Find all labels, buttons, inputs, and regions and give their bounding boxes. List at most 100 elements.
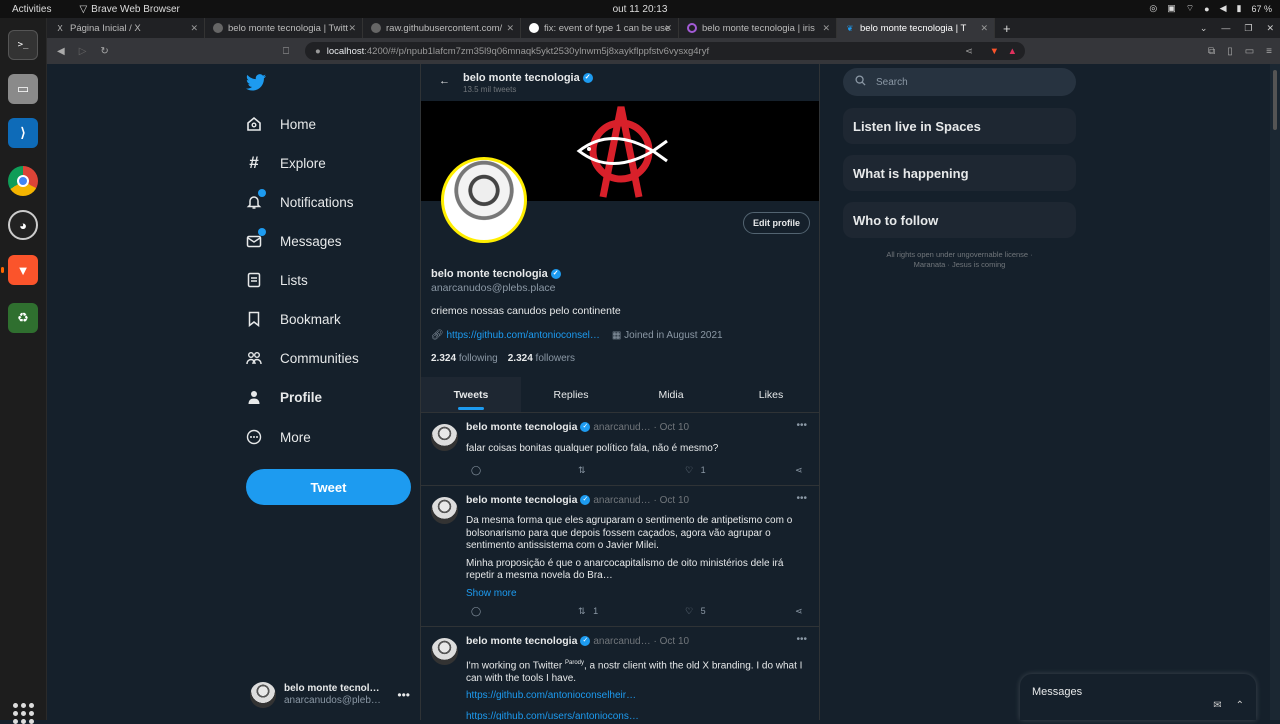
tab-replies[interactable]: Replies — [521, 377, 621, 412]
account-name: belo monte tecnol… — [284, 683, 380, 694]
tweet-avatar[interactable] — [431, 497, 458, 524]
nav-messages[interactable]: Messages — [246, 226, 342, 256]
nav-explore[interactable]: # Explore — [246, 148, 326, 178]
nav-communities[interactable]: Communities — [246, 343, 359, 373]
tweet-more-icon[interactable]: ••• — [796, 634, 807, 645]
retweet-icon[interactable]: ⇅ — [578, 465, 685, 476]
tweet-more-icon[interactable]: ••• — [796, 420, 807, 431]
profile-avatar[interactable] — [441, 157, 527, 243]
share-icon[interactable]: ⋖ — [795, 465, 803, 476]
menu-icon[interactable]: ≡ — [1266, 46, 1272, 57]
tweet[interactable]: belo monte tecnologia ✓ anarcanud… · Oct … — [421, 414, 819, 486]
forward-icon[interactable]: ▷ — [79, 46, 87, 57]
tab-midia[interactable]: Midia — [621, 377, 721, 412]
edit-profile-button[interactable]: Edit profile — [743, 212, 810, 234]
obs-icon[interactable]: ◕ — [8, 210, 38, 240]
share-icon[interactable]: ⋖ — [965, 46, 973, 57]
new-message-icon[interactable]: ✉ — [1213, 700, 1221, 711]
bookmark-page-icon[interactable]: ⎕ — [283, 46, 289, 57]
verified-icon: ✓ — [580, 495, 591, 506]
tweet[interactable]: belo monte tecnologia ✓ anarcanud… · Oct … — [421, 487, 819, 627]
twitter-logo-icon[interactable] — [246, 74, 266, 96]
tweet-link[interactable]: https://github.com/users/antoniocons… — [466, 711, 811, 720]
browser-tab[interactable]: raw.githubusercontent.com/✕ — [363, 18, 521, 38]
nav-home[interactable]: Home — [246, 109, 316, 139]
followers-link[interactable]: 2.324 followers — [508, 353, 575, 364]
url-path: :4200/#/p/npub1lafcm7zm35l9q06mnaqk5ykt2… — [364, 45, 710, 57]
nav-more[interactable]: More — [246, 422, 311, 452]
messages-drawer[interactable]: Messages ✉ ⌃ — [1020, 674, 1256, 720]
browser-tab[interactable]: belo monte tecnologia | iris ✕ — [679, 18, 837, 38]
reload-icon[interactable]: ↻ — [100, 46, 108, 57]
new-tab-button[interactable]: + — [1003, 21, 1011, 36]
minimize-icon[interactable]: — — [1221, 23, 1230, 34]
retweet-button[interactable]: ⇅ 1 — [578, 606, 685, 617]
nav-lists[interactable]: Lists — [246, 265, 308, 295]
search-input[interactable]: Search — [843, 68, 1076, 96]
nav-bookmark[interactable]: Bookmark — [246, 304, 341, 334]
account-switcher[interactable]: belo monte tecnol… anarcanudos@pleb… ••• — [250, 678, 410, 712]
files-icon[interactable]: ▭ — [8, 74, 38, 104]
browser-tab[interactable]: fix: event of type 1 can be use ✕ — [521, 18, 679, 38]
reply-icon[interactable]: ◯ — [471, 465, 578, 476]
address-bar[interactable]: ● localhost :4200/#/p/npub1lafcm7zm35l9q… — [305, 42, 1025, 60]
sidebar-icon[interactable]: ▯ — [1227, 46, 1233, 57]
tweet-link[interactable]: https://github.com/antonioconselheir… — [466, 690, 811, 703]
nav-profile[interactable]: Profile — [246, 382, 322, 412]
share-icon[interactable]: ⋖ — [795, 606, 803, 617]
tab-tweets[interactable]: Tweets — [421, 377, 521, 412]
active-app-indicator[interactable]: ▽ Brave Web Browser — [79, 4, 179, 15]
tweet-avatar[interactable] — [431, 424, 458, 451]
brave-shields-icon[interactable]: ▼ — [990, 46, 999, 57]
site-info-icon[interactable]: ● — [315, 46, 321, 57]
brave-rewards-icon[interactable]: ▲ — [1008, 46, 1017, 57]
globe-icon — [371, 23, 381, 33]
show-more-link[interactable]: Show more — [466, 588, 811, 601]
system-clock: out 11 20:13 — [612, 3, 668, 15]
browser-tab[interactable]: X Página Inicial / X ✕ — [47, 18, 205, 38]
close-tab-icon[interactable]: ✕ — [980, 23, 988, 34]
brave-icon[interactable]: ▼ — [1, 255, 38, 285]
show-apps-icon[interactable] — [13, 703, 34, 724]
extensions-icon[interactable]: ⧉ — [1208, 46, 1215, 57]
activities-button[interactable]: Activities — [12, 4, 51, 15]
tweet-header: belo monte tecnologia ✓ anarcanud… · Oct … — [466, 635, 690, 647]
back-arrow-icon[interactable]: ← — [439, 75, 450, 87]
extensions-area: ⧉ ▯ ▭ ≡ — [1208, 46, 1272, 57]
trash-icon[interactable]: ♻ — [8, 303, 38, 333]
expand-icon[interactable]: ⌃ — [1236, 700, 1244, 711]
nav-notifications[interactable]: Notifications — [246, 187, 354, 217]
close-window-icon[interactable]: ✕ — [1266, 23, 1274, 34]
like-button[interactable]: ♡ 1 — [685, 465, 795, 476]
close-tab-icon[interactable]: ✕ — [822, 23, 830, 34]
following-link[interactable]: 2.324 following — [431, 353, 498, 364]
close-tab-icon[interactable]: ✕ — [506, 23, 514, 34]
terminal-icon[interactable]: >_ — [8, 30, 38, 60]
account-menu-icon[interactable]: ••• — [397, 688, 410, 702]
tab-search-icon[interactable]: ⌄ — [1200, 23, 1208, 34]
page-scrollbar[interactable] — [1270, 64, 1280, 720]
spaces-card[interactable]: Listen live in Spaces — [843, 108, 1076, 144]
happening-card[interactable]: What is happening — [843, 155, 1076, 191]
tab-likes[interactable]: Likes — [721, 377, 819, 412]
tweet-more-icon[interactable]: ••• — [796, 493, 807, 504]
close-tab-icon[interactable]: ✕ — [348, 23, 356, 34]
back-icon[interactable]: ◀ — [57, 46, 65, 57]
tweet[interactable]: belo monte tecnologia ✓ anarcanud… · Oct … — [421, 628, 819, 720]
browser-tab-active[interactable]: ❦ belo monte tecnologia | T ✕ — [837, 18, 995, 38]
chrome-icon[interactable] — [8, 166, 38, 196]
wallet-icon[interactable]: ▭ — [1245, 46, 1254, 57]
messages-drawer-title: Messages — [1032, 686, 1083, 698]
system-tray[interactable]: ◎ ▣ ⌔ ● ◀ ▮ 67 % — [1149, 3, 1272, 14]
who-to-follow-card[interactable]: Who to follow — [843, 202, 1076, 238]
browser-tab[interactable]: belo monte tecnologia | Twitt ✕ — [205, 18, 363, 38]
maximize-icon[interactable]: ❐ — [1244, 23, 1252, 34]
vscode-icon[interactable]: ⟩ — [8, 118, 38, 148]
close-tab-icon[interactable]: ✕ — [664, 23, 672, 34]
reply-icon[interactable]: ◯ — [471, 606, 578, 617]
tweet-button[interactable]: Tweet — [246, 469, 411, 505]
close-tab-icon[interactable]: ✕ — [190, 23, 198, 34]
profile-link[interactable]: https://github.com/antonioconsel… — [446, 330, 599, 341]
tweet-avatar[interactable] — [431, 638, 458, 665]
like-button[interactable]: ♡ 5 — [685, 606, 795, 617]
